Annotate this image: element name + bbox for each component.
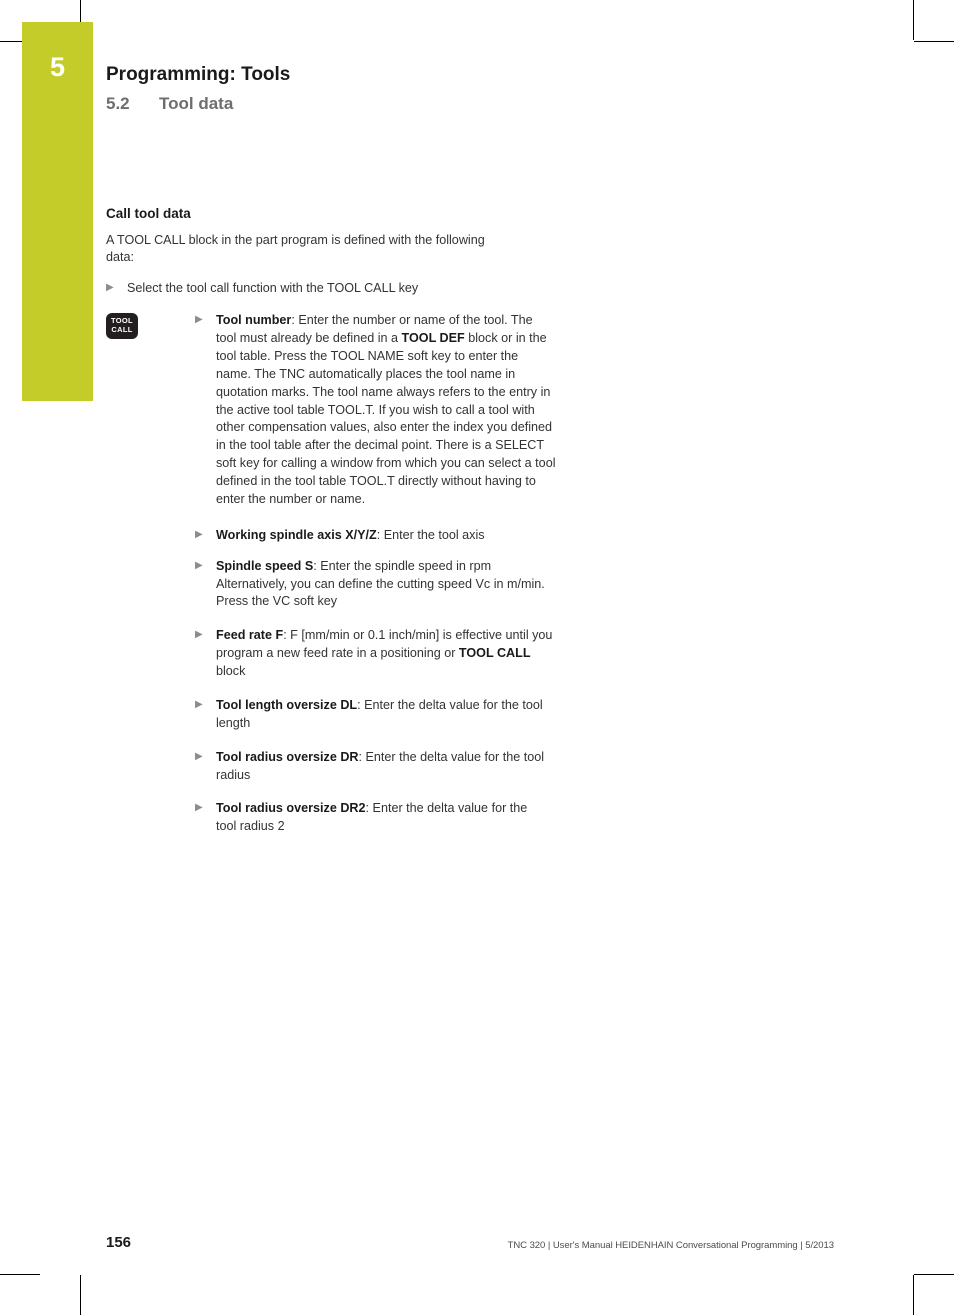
param-bold-2: TOOL DEF — [401, 331, 465, 346]
crop-mark-top-right-vertical — [913, 0, 914, 40]
bullet-label: Select the tool call function with the T… — [127, 281, 419, 296]
key-icon-line2: CALL — [111, 325, 133, 335]
param-label: Tool radius oversize DR2 — [216, 801, 366, 816]
bullet-arrow-icon: ▶ — [195, 629, 203, 641]
chapter-number: 5 — [49, 52, 66, 82]
bullet-body: Tool radius oversize DR2: Enter the delt… — [216, 800, 536, 836]
bullet-body: Spindle speed S: Enter the spindle speed… — [216, 558, 556, 612]
crop-mark-bottom-left-vertical — [80, 1275, 81, 1315]
page-header: Programming: Tools 5.2 Tool data — [106, 64, 866, 114]
bullet-arrow-icon: ▶ — [195, 559, 203, 571]
param-label: Spindle speed S — [216, 558, 314, 573]
param-bold-2: TOOL CALL — [458, 646, 531, 661]
bullet-body: Feed rate F: F [mm/min or 0.1 inch/min] … — [216, 627, 556, 681]
footer-document-info: TNC 320 | User's Manual HEIDENHAIN Conve… — [507, 1240, 834, 1251]
bullet-spindle-speed: ▶ Spindle speed S: Enter the spindle spe… — [195, 558, 556, 612]
page-title: Programming: Tools — [106, 64, 291, 85]
bullet-working-spindle-axis: ▶ Working spindle axis X/Y/Z: Enter the … — [195, 527, 556, 545]
crop-mark-top-right-horizontal — [914, 41, 954, 42]
section-title: Tool data — [159, 93, 234, 113]
bullet-arrow-icon: ▶ — [195, 698, 203, 710]
bullet-body: Tool number: Enter the number or name of… — [216, 312, 556, 509]
param-label: Feed rate F — [216, 628, 284, 643]
param-label: Tool number — [216, 313, 292, 328]
param-label: Working spindle axis X/Y/Z — [216, 527, 377, 542]
bullet-tool-number: ▶ Tool number: Enter the number or name … — [195, 312, 556, 509]
param-text-3: block or in the tool table. Press the TO… — [216, 331, 556, 506]
intro-paragraph: A TOOL CALL block in the part program is… — [106, 232, 485, 265]
parameter-list: ▶ Tool number: Enter the number or name … — [195, 312, 556, 836]
bullet-arrow-icon: ▶ — [195, 314, 203, 326]
crop-mark-bottom-right-vertical — [913, 1275, 914, 1315]
bullet-arrow-icon: ▶ — [195, 750, 203, 762]
bullet-feed-rate: ▶ Feed rate F: F [mm/min or 0.1 inch/min… — [195, 627, 556, 681]
section-heading: Call tool data — [106, 206, 191, 221]
bullet-tool-length-oversize: ▶ Tool length oversize DL: Enter the del… — [195, 697, 556, 733]
bullet-body: Tool length oversize DL: Enter the delta… — [216, 697, 556, 733]
param-text-3: block — [216, 664, 246, 679]
bullet-body: Working spindle axis X/Y/Z: Enter the to… — [216, 527, 556, 545]
param-label: Tool length oversize DL — [216, 697, 358, 712]
bullet-body: Tool radius oversize DR: Enter the delta… — [216, 749, 556, 785]
crop-mark-bottom-right-horizontal — [914, 1274, 954, 1275]
tool-call-key-group: TOOL CALL ▶ Tool number: Enter the numbe… — [106, 312, 556, 836]
bullet-arrow-icon: ▶ — [195, 528, 203, 540]
main-content: Call tool data A TOOL CALL block in the … — [106, 205, 556, 849]
section-number: 5.2 — [106, 93, 130, 113]
page-number: 156 — [106, 1234, 132, 1251]
param-text-1: : Enter the tool axis — [376, 527, 485, 542]
bullet-tool-radius-oversize: ▶ Tool radius oversize DR: Enter the del… — [195, 749, 556, 785]
bullet-arrow-icon: ▶ — [195, 802, 203, 814]
section-header: 5.2 Tool data — [106, 94, 866, 114]
param-label: Tool radius oversize DR — [216, 749, 359, 764]
bullet-arrow-icon: ▶ — [106, 282, 114, 294]
crop-mark-bottom-left-horizontal — [0, 1274, 40, 1275]
bullet-select-tool-call: ▶ Select the tool call function with the… — [106, 280, 536, 298]
bullet-tool-radius-oversize-2: ▶ Tool radius oversize DR2: Enter the de… — [195, 800, 556, 836]
tool-call-key-icon: TOOL CALL — [106, 313, 138, 340]
